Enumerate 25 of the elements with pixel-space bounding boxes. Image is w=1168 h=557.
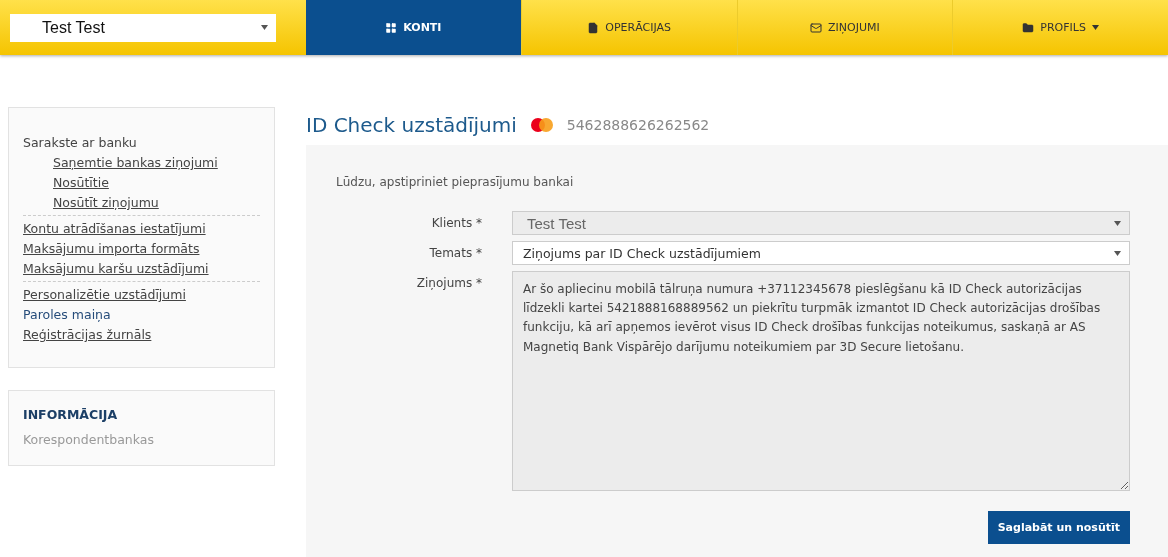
nav-tab[interactable]: ZIŅOJUMI [736, 0, 953, 55]
card-number: 5462888626262562 [566, 117, 710, 133]
sidebar-link[interactable]: Nosūtīt ziņojumu [23, 195, 159, 210]
submit-button[interactable]: Saglabāt un nosūtīt [987, 511, 1130, 544]
sidebar-link[interactable]: Kontu atrādīšanas iestatījumi [23, 221, 206, 236]
nav-tab[interactable]: PROFILS [952, 0, 1168, 55]
field-label: Ziņojums * [415, 275, 482, 290]
intro-text: Lūdzu, apstipriniet pieprasījumu bankai [336, 175, 575, 189]
info-title: INFORMĀCIJA [23, 407, 119, 422]
sidebar-link[interactable]: Paroles maiņa [23, 307, 111, 322]
field-label: Temats * [428, 245, 482, 260]
info-item: Korespondentbankas [23, 432, 155, 447]
nav-tab[interactable]: KONTI [306, 0, 521, 55]
sidebar-link[interactable]: Reģistrācijas žurnāls [23, 327, 152, 342]
sidebar-link[interactable]: Nosūtītie [23, 175, 109, 190]
page-title: ID Check uzstādījumi [306, 113, 517, 137]
nav-tab[interactable]: OPERĀCIJAS [520, 0, 737, 55]
sidebar-link[interactable]: Personalizētie uzstādījumi [23, 287, 186, 302]
sidebar-link[interactable]: Sarakste ar banku [23, 135, 137, 150]
field-label: Klients * [430, 215, 482, 230]
select-field[interactable]: Ziņojums par ID Check uzstādījumiem [512, 241, 1130, 265]
sidebar-link[interactable]: Maksājumu karšu uzstādījumi [23, 261, 209, 276]
sidebar-link[interactable]: Saņemtie bankas ziņojumi [23, 155, 218, 170]
client-select[interactable]: Test Test [10, 13, 276, 42]
sidebar-link[interactable]: Maksājumu importa formāts [23, 241, 200, 256]
